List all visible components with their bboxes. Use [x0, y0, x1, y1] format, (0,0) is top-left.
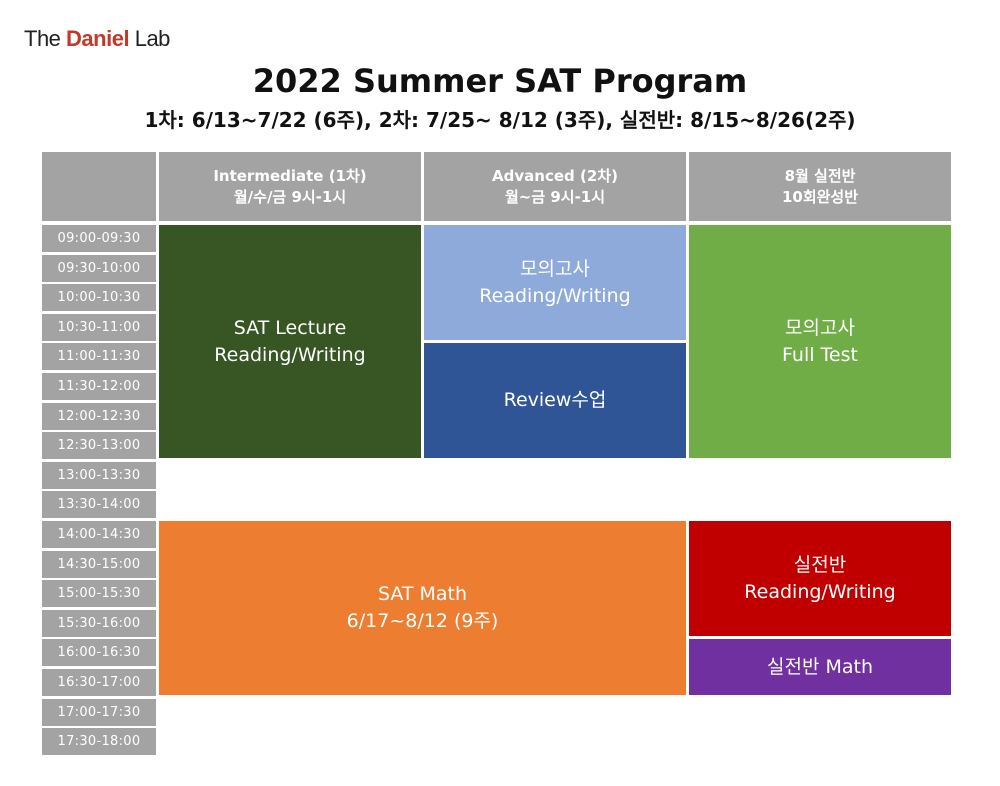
- block-practice-rw-line2: Reading/Writing: [744, 580, 896, 603]
- block-mock-advanced-line2: Reading/Writing: [479, 284, 631, 307]
- block-practice-rw-line1: 실전반: [793, 553, 847, 576]
- header-intermediate-title: Intermediate (1차): [213, 167, 367, 186]
- time-slot: 10:00-10:30: [42, 284, 156, 312]
- block-sat-math-line2: 6/17~8/12 (9주): [346, 610, 499, 632]
- logo-brand: Daniel: [66, 26, 130, 51]
- block-mock-full-line2: Full Test: [782, 343, 858, 366]
- header-practice-title: 8월 실전반: [784, 167, 856, 186]
- header-advanced-title: Advanced (2차): [492, 167, 618, 186]
- logo: The Daniel Lab: [24, 26, 170, 52]
- header-advanced: Advanced (2차) 월~금 9시-1시: [424, 152, 686, 221]
- time-slot: 14:00-14:30: [42, 521, 156, 548]
- time-slot: 15:30-16:00: [42, 609, 156, 637]
- time-slot: 17:30-18:00: [42, 728, 156, 756]
- time-slot: 16:30-17:00: [42, 669, 156, 696]
- block-mock-advanced: 모의고사 Reading/Writing: [424, 225, 686, 340]
- block-practice-math-line1: 실전반 Math: [766, 655, 873, 678]
- block-sat-math-line1: SAT Math: [377, 583, 468, 606]
- header-practice-subtitle: 10회완성반: [781, 187, 859, 206]
- page-subtitle: 1차: 6/13~7/22 (6주), 2차: 7/25~ 8/12 (3주),…: [144, 108, 856, 132]
- time-slot: 09:00-09:30: [42, 225, 156, 252]
- time-slot: 12:30-13:00: [42, 432, 156, 460]
- header-practice: 8월 실전반 10회완성반: [689, 152, 951, 221]
- page-title: 2022 Summer SAT Program: [252, 62, 748, 100]
- time-slot: 11:30-12:00: [42, 373, 156, 400]
- block-review: Review수업: [424, 343, 686, 458]
- header-intermediate: Intermediate (1차) 월/수/금 9시-1시: [159, 152, 421, 221]
- block-sat-lecture: SAT Lecture Reading/Writing: [159, 225, 421, 458]
- block-mock-full-line1: 모의고사: [785, 316, 855, 339]
- header-intermediate-schedule: 월/수/금 9시-1시: [233, 187, 347, 206]
- time-slot: 16:00-16:30: [42, 639, 156, 667]
- time-slot: 13:30-14:00: [42, 491, 156, 519]
- header-corner: [42, 152, 156, 221]
- time-slot: 10:30-11:00: [42, 313, 156, 341]
- time-slot: 12:00-12:30: [42, 402, 156, 430]
- block-review-line1: Review수업: [503, 389, 607, 412]
- header-advanced-schedule: 월~금 9시-1시: [504, 187, 606, 206]
- block-practice-math: 실전반 Math: [689, 639, 951, 695]
- time-slot: 17:00-17:30: [42, 698, 156, 726]
- block-sat-lecture-line1: SAT Lecture: [233, 316, 347, 339]
- time-slot: 15:00-15:30: [42, 580, 156, 608]
- time-slot: 09:30-10:00: [42, 254, 156, 282]
- time-slot: 11:00-11:30: [42, 343, 156, 371]
- logo-prefix: The: [24, 26, 61, 51]
- block-sat-lecture-line2: Reading/Writing: [214, 343, 366, 366]
- time-slot: 13:00-13:30: [42, 461, 156, 489]
- block-sat-math: SAT Math 6/17~8/12 (9주): [159, 521, 686, 695]
- block-mock-advanced-line1: 모의고사: [520, 257, 590, 280]
- block-mock-full: 모의고사 Full Test: [689, 225, 951, 458]
- logo-suffix: Lab: [134, 26, 171, 51]
- block-practice-rw: 실전반 Reading/Writing: [689, 521, 951, 636]
- time-slot: 14:30-15:00: [42, 550, 156, 578]
